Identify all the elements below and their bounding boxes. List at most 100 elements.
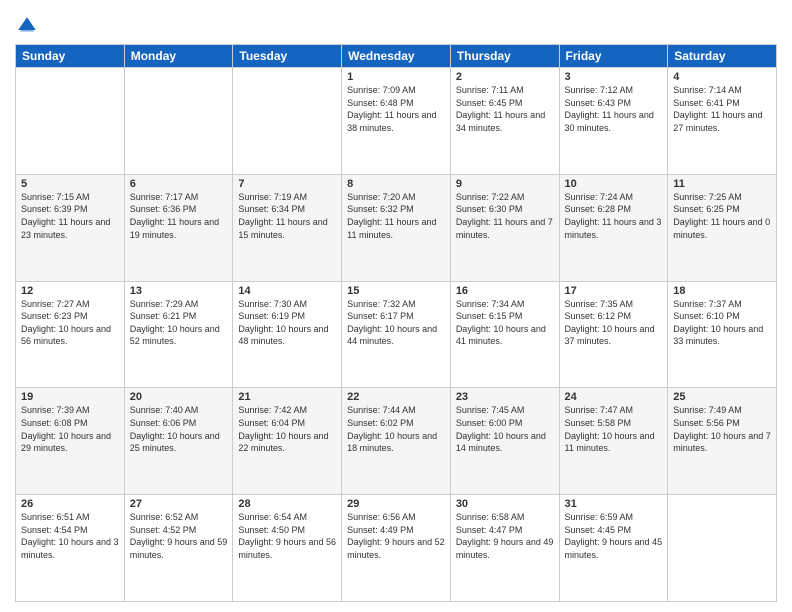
- day-info: Sunrise: 7:32 AM Sunset: 6:17 PM Dayligh…: [347, 298, 445, 348]
- day-cell: 25Sunrise: 7:49 AM Sunset: 5:56 PM Dayli…: [668, 388, 777, 495]
- day-info: Sunrise: 7:44 AM Sunset: 6:02 PM Dayligh…: [347, 404, 445, 454]
- day-number: 13: [130, 285, 228, 297]
- calendar-body: 1Sunrise: 7:09 AM Sunset: 6:48 PM Daylig…: [16, 68, 777, 602]
- day-info: Sunrise: 7:35 AM Sunset: 6:12 PM Dayligh…: [565, 298, 663, 348]
- day-number: 15: [347, 285, 445, 297]
- header-cell-saturday: Saturday: [668, 45, 777, 68]
- week-row-2: 5Sunrise: 7:15 AM Sunset: 6:39 PM Daylig…: [16, 174, 777, 281]
- day-number: 3: [565, 71, 663, 83]
- day-cell: 12Sunrise: 7:27 AM Sunset: 6:23 PM Dayli…: [16, 281, 125, 388]
- day-cell: 6Sunrise: 7:17 AM Sunset: 6:36 PM Daylig…: [124, 174, 233, 281]
- day-info: Sunrise: 7:49 AM Sunset: 5:56 PM Dayligh…: [673, 404, 771, 454]
- day-info: Sunrise: 6:52 AM Sunset: 4:52 PM Dayligh…: [130, 511, 228, 561]
- day-info: Sunrise: 7:24 AM Sunset: 6:28 PM Dayligh…: [565, 191, 663, 241]
- day-info: Sunrise: 7:47 AM Sunset: 5:58 PM Dayligh…: [565, 404, 663, 454]
- day-number: 9: [456, 178, 554, 190]
- day-cell: 1Sunrise: 7:09 AM Sunset: 6:48 PM Daylig…: [342, 68, 451, 175]
- day-cell: 29Sunrise: 6:56 AM Sunset: 4:49 PM Dayli…: [342, 495, 451, 602]
- header-cell-thursday: Thursday: [450, 45, 559, 68]
- calendar-table: SundayMondayTuesdayWednesdayThursdayFrid…: [15, 44, 777, 602]
- day-number: 22: [347, 391, 445, 403]
- day-info: Sunrise: 7:29 AM Sunset: 6:21 PM Dayligh…: [130, 298, 228, 348]
- day-cell: 30Sunrise: 6:58 AM Sunset: 4:47 PM Dayli…: [450, 495, 559, 602]
- day-number: 4: [673, 71, 771, 83]
- day-number: 5: [21, 178, 119, 190]
- day-number: 21: [238, 391, 336, 403]
- page: SundayMondayTuesdayWednesdayThursdayFrid…: [0, 0, 792, 612]
- day-number: 8: [347, 178, 445, 190]
- day-cell: 10Sunrise: 7:24 AM Sunset: 6:28 PM Dayli…: [559, 174, 668, 281]
- day-number: 31: [565, 498, 663, 510]
- day-number: 7: [238, 178, 336, 190]
- day-cell: 4Sunrise: 7:14 AM Sunset: 6:41 PM Daylig…: [668, 68, 777, 175]
- day-info: Sunrise: 6:58 AM Sunset: 4:47 PM Dayligh…: [456, 511, 554, 561]
- day-cell: [16, 68, 125, 175]
- header-cell-friday: Friday: [559, 45, 668, 68]
- day-info: Sunrise: 7:20 AM Sunset: 6:32 PM Dayligh…: [347, 191, 445, 241]
- day-cell: 20Sunrise: 7:40 AM Sunset: 6:06 PM Dayli…: [124, 388, 233, 495]
- day-cell: 7Sunrise: 7:19 AM Sunset: 6:34 PM Daylig…: [233, 174, 342, 281]
- day-number: 23: [456, 391, 554, 403]
- day-cell: 15Sunrise: 7:32 AM Sunset: 6:17 PM Dayli…: [342, 281, 451, 388]
- day-cell: 18Sunrise: 7:37 AM Sunset: 6:10 PM Dayli…: [668, 281, 777, 388]
- day-number: 26: [21, 498, 119, 510]
- day-number: 14: [238, 285, 336, 297]
- day-info: Sunrise: 7:39 AM Sunset: 6:08 PM Dayligh…: [21, 404, 119, 454]
- day-info: Sunrise: 7:37 AM Sunset: 6:10 PM Dayligh…: [673, 298, 771, 348]
- day-cell: 27Sunrise: 6:52 AM Sunset: 4:52 PM Dayli…: [124, 495, 233, 602]
- day-number: 30: [456, 498, 554, 510]
- day-info: Sunrise: 6:54 AM Sunset: 4:50 PM Dayligh…: [238, 511, 336, 561]
- day-cell: 23Sunrise: 7:45 AM Sunset: 6:00 PM Dayli…: [450, 388, 559, 495]
- calendar-header: SundayMondayTuesdayWednesdayThursdayFrid…: [16, 45, 777, 68]
- day-cell: 17Sunrise: 7:35 AM Sunset: 6:12 PM Dayli…: [559, 281, 668, 388]
- day-number: 12: [21, 285, 119, 297]
- header-cell-tuesday: Tuesday: [233, 45, 342, 68]
- day-cell: 11Sunrise: 7:25 AM Sunset: 6:25 PM Dayli…: [668, 174, 777, 281]
- week-row-4: 19Sunrise: 7:39 AM Sunset: 6:08 PM Dayli…: [16, 388, 777, 495]
- day-cell: [233, 68, 342, 175]
- day-info: Sunrise: 6:59 AM Sunset: 4:45 PM Dayligh…: [565, 511, 663, 561]
- day-info: Sunrise: 7:22 AM Sunset: 6:30 PM Dayligh…: [456, 191, 554, 241]
- day-cell: 31Sunrise: 6:59 AM Sunset: 4:45 PM Dayli…: [559, 495, 668, 602]
- day-number: 10: [565, 178, 663, 190]
- day-cell: [124, 68, 233, 175]
- day-cell: 19Sunrise: 7:39 AM Sunset: 6:08 PM Dayli…: [16, 388, 125, 495]
- day-cell: 26Sunrise: 6:51 AM Sunset: 4:54 PM Dayli…: [16, 495, 125, 602]
- day-info: Sunrise: 6:51 AM Sunset: 4:54 PM Dayligh…: [21, 511, 119, 561]
- day-number: 16: [456, 285, 554, 297]
- day-info: Sunrise: 7:17 AM Sunset: 6:36 PM Dayligh…: [130, 191, 228, 241]
- day-info: Sunrise: 6:56 AM Sunset: 4:49 PM Dayligh…: [347, 511, 445, 561]
- day-number: 11: [673, 178, 771, 190]
- week-row-5: 26Sunrise: 6:51 AM Sunset: 4:54 PM Dayli…: [16, 495, 777, 602]
- day-info: Sunrise: 7:27 AM Sunset: 6:23 PM Dayligh…: [21, 298, 119, 348]
- day-info: Sunrise: 7:14 AM Sunset: 6:41 PM Dayligh…: [673, 84, 771, 134]
- day-info: Sunrise: 7:11 AM Sunset: 6:45 PM Dayligh…: [456, 84, 554, 134]
- day-number: 24: [565, 391, 663, 403]
- day-cell: 2Sunrise: 7:11 AM Sunset: 6:45 PM Daylig…: [450, 68, 559, 175]
- day-info: Sunrise: 7:19 AM Sunset: 6:34 PM Dayligh…: [238, 191, 336, 241]
- week-row-3: 12Sunrise: 7:27 AM Sunset: 6:23 PM Dayli…: [16, 281, 777, 388]
- day-cell: 3Sunrise: 7:12 AM Sunset: 6:43 PM Daylig…: [559, 68, 668, 175]
- day-cell: 13Sunrise: 7:29 AM Sunset: 6:21 PM Dayli…: [124, 281, 233, 388]
- day-cell: 28Sunrise: 6:54 AM Sunset: 4:50 PM Dayli…: [233, 495, 342, 602]
- day-number: 18: [673, 285, 771, 297]
- day-info: Sunrise: 7:45 AM Sunset: 6:00 PM Dayligh…: [456, 404, 554, 454]
- day-cell: [668, 495, 777, 602]
- day-info: Sunrise: 7:34 AM Sunset: 6:15 PM Dayligh…: [456, 298, 554, 348]
- day-number: 20: [130, 391, 228, 403]
- day-cell: 5Sunrise: 7:15 AM Sunset: 6:39 PM Daylig…: [16, 174, 125, 281]
- day-cell: 14Sunrise: 7:30 AM Sunset: 6:19 PM Dayli…: [233, 281, 342, 388]
- header-row: SundayMondayTuesdayWednesdayThursdayFrid…: [16, 45, 777, 68]
- day-number: 1: [347, 71, 445, 83]
- day-number: 27: [130, 498, 228, 510]
- day-info: Sunrise: 7:25 AM Sunset: 6:25 PM Dayligh…: [673, 191, 771, 241]
- day-info: Sunrise: 7:42 AM Sunset: 6:04 PM Dayligh…: [238, 404, 336, 454]
- header-cell-wednesday: Wednesday: [342, 45, 451, 68]
- header-cell-sunday: Sunday: [16, 45, 125, 68]
- day-info: Sunrise: 7:15 AM Sunset: 6:39 PM Dayligh…: [21, 191, 119, 241]
- logo: [15, 14, 43, 38]
- day-number: 2: [456, 71, 554, 83]
- day-number: 25: [673, 391, 771, 403]
- day-cell: 24Sunrise: 7:47 AM Sunset: 5:58 PM Dayli…: [559, 388, 668, 495]
- header: [15, 10, 777, 38]
